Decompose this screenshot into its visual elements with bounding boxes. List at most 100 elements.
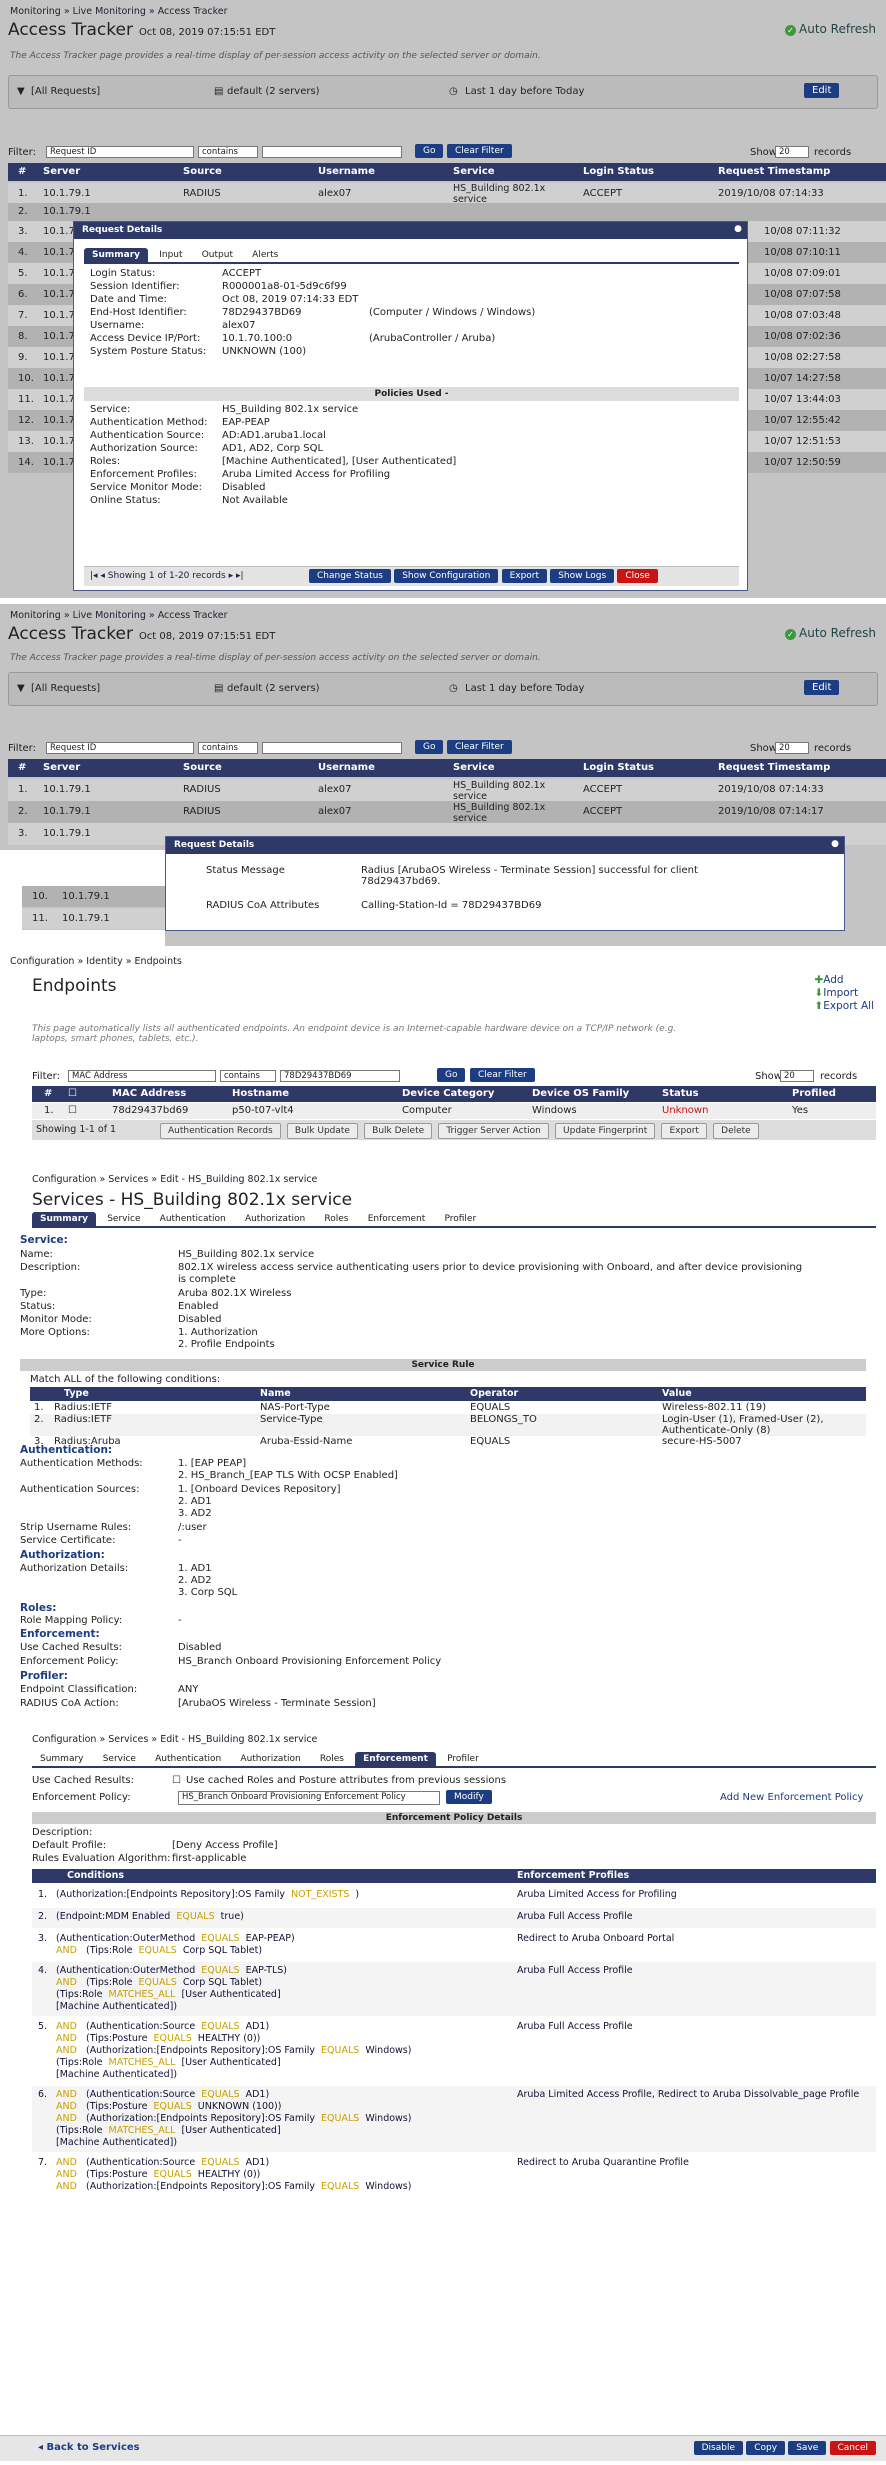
table-row[interactable]: 11. 10.1.79.1 (22, 908, 165, 929)
tab-summary[interactable]: Summary (32, 1752, 92, 1766)
close-button[interactable]: Close (617, 569, 658, 583)
col-num[interactable]: # (44, 1088, 52, 1099)
disable-button[interactable]: Disable (693, 2441, 743, 2455)
filter-value-input[interactable] (262, 146, 402, 158)
col-request-timestamp[interactable]: Request Timestamp (718, 166, 830, 177)
server-selector[interactable]: default (2 servers) (227, 86, 320, 97)
show-logs-button[interactable]: Show Logs (550, 569, 615, 583)
back-to-services-link[interactable]: ◂ Back to Services (38, 2442, 140, 2453)
table-row[interactable]: 1. 10.1.79.1 RADIUS alex07 HS_Building 8… (8, 183, 886, 205)
import-link[interactable]: ⬇Import (814, 987, 874, 1000)
tab-roles[interactable]: Roles (312, 1752, 352, 1766)
col-username[interactable]: Username (318, 762, 375, 773)
edit-button[interactable]: Edit (804, 83, 840, 98)
server-selector[interactable]: default (2 servers) (227, 683, 320, 694)
filter-field-select[interactable]: Request ID (46, 742, 194, 754)
col-request-timestamp[interactable]: Request Timestamp (718, 762, 830, 773)
next-page-icon[interactable]: ▸ ▸| (226, 571, 244, 581)
clear-filter-button[interactable]: Clear Filter (470, 1068, 535, 1082)
export-all-link[interactable]: ⬆Export All (814, 1000, 874, 1013)
table-row[interactable]: 2. 10.1.79.1 RADIUS alex07 HS_Building 8… (8, 801, 886, 824)
row-checkbox[interactable]: ☐ (68, 1105, 77, 1116)
close-icon[interactable]: ● (734, 224, 742, 234)
auto-refresh-link[interactable]: ✓ Auto Refresh (785, 626, 876, 640)
tab-summary[interactable]: Summary (84, 248, 149, 262)
authentication-records-button[interactable]: Authentication Records (160, 1123, 281, 1139)
page-size-select[interactable]: 20 (775, 146, 809, 158)
filter-value-input[interactable] (262, 742, 402, 754)
tab-authorization[interactable]: Authorization (237, 1212, 313, 1226)
col-server[interactable]: Server (43, 166, 80, 177)
go-button[interactable]: Go (437, 1068, 466, 1082)
filter-operator-select[interactable]: contains (198, 742, 258, 754)
col-num[interactable]: # (18, 762, 26, 773)
bulk-update-button[interactable]: Bulk Update (286, 1123, 358, 1139)
col-username[interactable]: Username (318, 166, 375, 177)
page-size-select[interactable]: 20 (775, 742, 809, 754)
breadcrumb[interactable]: Configuration » Services » Edit - HS_Bui… (32, 1174, 317, 1185)
breadcrumb[interactable]: Configuration » Services » Edit - HS_Bui… (32, 1734, 317, 1745)
tab-profiler[interactable]: Profiler (436, 1212, 484, 1226)
filter-operator-select[interactable]: contains (220, 1070, 276, 1082)
tab-alerts[interactable]: Alerts (244, 248, 286, 262)
col-status[interactable]: Status (662, 1088, 699, 1099)
copy-button[interactable]: Copy (746, 2441, 786, 2455)
tab-authentication[interactable]: Authentication (147, 1752, 229, 1766)
auto-refresh-link[interactable]: ✓ Auto Refresh (785, 22, 876, 36)
tab-authentication[interactable]: Authentication (152, 1212, 234, 1226)
col-mac[interactable]: MAC Address (112, 1088, 186, 1099)
tab-service[interactable]: Service (95, 1752, 144, 1766)
export-button[interactable]: Export (501, 569, 548, 583)
scope-selector[interactable]: [All Requests] (31, 86, 100, 97)
select-all-checkbox[interactable]: ☐ (68, 1088, 77, 1099)
scope-selector[interactable]: [All Requests] (31, 683, 100, 694)
col-service[interactable]: Service (453, 762, 495, 773)
tab-input[interactable]: Input (151, 248, 190, 262)
go-button[interactable]: Go (415, 740, 444, 754)
table-row[interactable]: 10. 10.1.79.1 (22, 886, 165, 907)
breadcrumb[interactable]: Configuration » Identity » Endpoints (10, 956, 182, 967)
delete-button[interactable]: Delete (713, 1123, 759, 1139)
filter-operator-select[interactable]: contains (198, 146, 258, 158)
col-server[interactable]: Server (43, 762, 80, 773)
col-num[interactable]: # (18, 166, 26, 177)
filter-value-input[interactable]: 78D29437BD69 (280, 1070, 400, 1082)
use-cached-checkbox[interactable]: ☐ (172, 1775, 181, 1786)
col-os-family[interactable]: Device OS Family (532, 1088, 629, 1099)
cancel-button[interactable]: Cancel (829, 2441, 876, 2455)
col-login-status[interactable]: Login Status (583, 762, 654, 773)
enforcement-policy-select[interactable]: HS_Branch Onboard Provisioning Enforceme… (178, 1791, 440, 1805)
col-hostname[interactable]: Hostname (232, 1088, 289, 1099)
save-button[interactable]: Save (788, 2441, 827, 2455)
breadcrumb[interactable]: Monitoring » Live Monitoring » Access Tr… (10, 610, 228, 621)
period-selector[interactable]: Last 1 day before Today (465, 683, 584, 694)
col-service[interactable]: Service (453, 166, 495, 177)
tab-enforcement[interactable]: Enforcement (355, 1752, 436, 1766)
edit-button[interactable]: Edit (804, 680, 840, 695)
modify-button[interactable]: Modify (446, 1790, 492, 1804)
tab-authorization[interactable]: Authorization (232, 1752, 308, 1766)
change-status-button[interactable]: Change Status (309, 569, 391, 583)
clear-filter-button[interactable]: Clear Filter (447, 144, 512, 158)
go-button[interactable]: Go (415, 144, 444, 158)
clear-filter-button[interactable]: Clear Filter (447, 740, 512, 754)
export-button[interactable]: Export (661, 1123, 707, 1139)
col-login-status[interactable]: Login Status (583, 166, 654, 177)
tab-enforcement[interactable]: Enforcement (360, 1212, 434, 1226)
add-new-policy-link[interactable]: Add New Enforcement Policy (720, 1792, 863, 1803)
breadcrumb[interactable]: Monitoring » Live Monitoring » Access Tr… (10, 6, 228, 17)
show-configuration-button[interactable]: Show Configuration (394, 569, 499, 583)
bulk-delete-button[interactable]: Bulk Delete (364, 1123, 433, 1139)
update-fingerprint-button[interactable]: Update Fingerprint (555, 1123, 656, 1139)
table-row[interactable]: 2. 10.1.79.1 (8, 203, 886, 221)
tab-summary[interactable]: Summary (32, 1212, 97, 1226)
col-device-category[interactable]: Device Category (402, 1088, 494, 1099)
table-row[interactable]: 1. 10.1.79.1 RADIUS alex07 HS_Building 8… (8, 779, 886, 802)
tab-roles[interactable]: Roles (316, 1212, 356, 1226)
period-selector[interactable]: Last 1 day before Today (465, 86, 584, 97)
col-source[interactable]: Source (183, 762, 222, 773)
tab-profiler[interactable]: Profiler (439, 1752, 487, 1766)
tab-service[interactable]: Service (99, 1212, 148, 1226)
table-row[interactable]: 1. ☐ 78d29437bd69 p50-t07-vlt4 Computer … (32, 1103, 876, 1119)
close-icon[interactable]: ● (831, 839, 839, 849)
